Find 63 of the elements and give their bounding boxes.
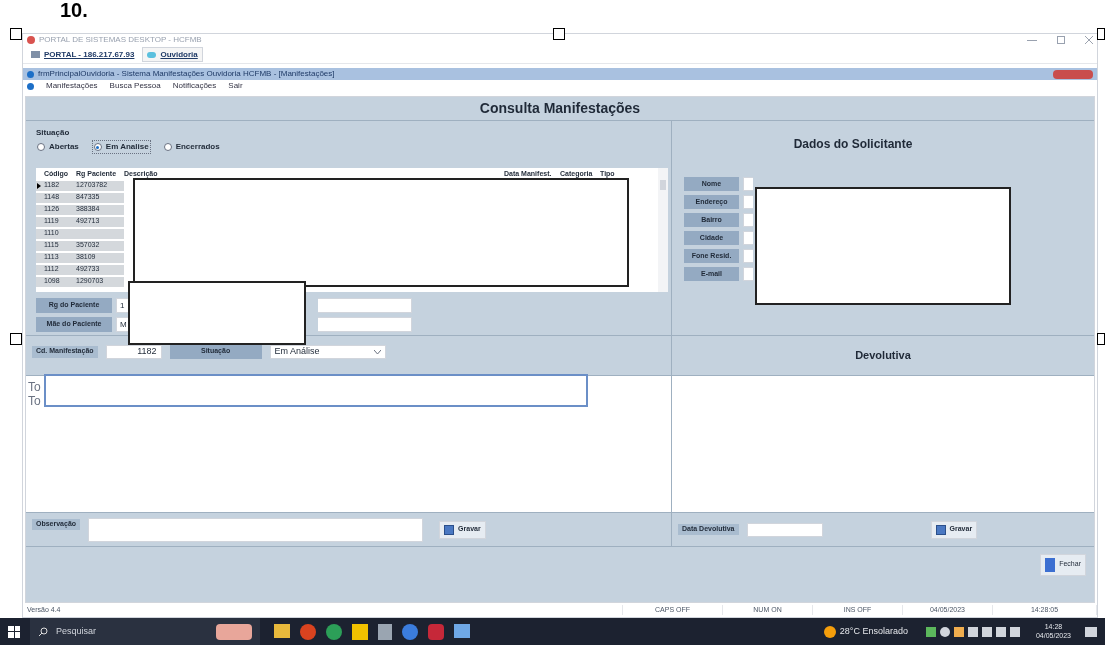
input-field[interactable] [318,298,412,313]
text-input[interactable] [44,374,588,407]
radio-label: Situação [36,127,71,139]
menu-item[interactable]: Sair [228,80,243,92]
text-line: To [28,380,42,394]
notification-icon[interactable] [1085,626,1097,637]
input-field[interactable] [743,177,753,191]
caret-icon [373,349,381,354]
input-field[interactable] [743,231,753,245]
search-highlight-icon [216,623,252,640]
maximize-button[interactable] [1057,36,1065,44]
browser-icon[interactable] [402,623,418,640]
window-icon[interactable] [454,623,470,638]
section-title: Dados do Solicitante [793,136,913,153]
page-title: Consulta Manifestações [26,97,1094,121]
input-field[interactable] [743,195,753,209]
menu-item[interactable]: Notificações [172,80,217,92]
close-icon[interactable] [1085,36,1093,44]
table-cell [76,228,124,240]
notes-icon[interactable] [352,623,368,640]
weather-text: 28°C Ensolarado [839,624,908,638]
portal-tab[interactable]: PORTAL - 186.217.67.93 [27,47,139,62]
radio-button[interactable]: Encerrados [162,140,221,154]
radio-button[interactable]: Abertas [36,140,80,154]
start-icon[interactable] [8,625,20,638]
input-field[interactable] [88,517,424,542]
radio-button[interactable]: Em Analise [91,140,151,154]
resize-handle[interactable] [10,333,22,345]
input-field[interactable]: 1182 [105,344,162,359]
exit-door-icon [1045,557,1056,572]
resize-handle[interactable] [553,28,565,40]
scrollbar[interactable] [658,168,668,292]
status-dropdown[interactable]: Em Análise [269,344,386,359]
search-placeholder: Pesquisar [56,624,97,638]
input-field[interactable] [318,317,412,332]
resize-handle[interactable] [1097,28,1105,40]
calculator-icon[interactable] [378,623,392,640]
cloud-icon [147,51,157,58]
document-heading: 10. [60,0,88,20]
app-icon[interactable] [300,623,316,640]
portal-tab[interactable]: Ouvidoria [142,47,203,62]
minimize-button[interactable] [1027,39,1037,41]
weather-icon [823,625,836,638]
search-icon [38,626,48,637]
browser-icon[interactable] [326,623,342,640]
resize-handle[interactable] [10,28,22,40]
resize-handle[interactable] [1097,333,1105,345]
app-icon [27,36,35,44]
input-field[interactable] [743,213,753,227]
search-field[interactable]: Pesquisar [30,618,260,645]
input-field[interactable] [743,267,753,281]
folder-icon[interactable] [274,623,290,638]
input-field[interactable] [746,522,823,537]
menu-item[interactable]: Manifestações [46,80,98,92]
app-icon[interactable] [428,623,444,640]
child-window-title: frmPrincipalOuvidoria - Sistema Manifestações Ouvidoria HCFMB - [Manifestações] [38,68,335,80]
server-icon [31,51,40,58]
window-title: PORTAL DE SISTEMAS DESKTOP - HCFMB [39,34,202,46]
window-controls[interactable] [1053,69,1093,79]
text-line: To [28,394,42,408]
input-field[interactable] [743,249,753,263]
section-title: Devolutiva [854,348,912,364]
menu-item[interactable]: Busca Pessoa [109,80,161,92]
